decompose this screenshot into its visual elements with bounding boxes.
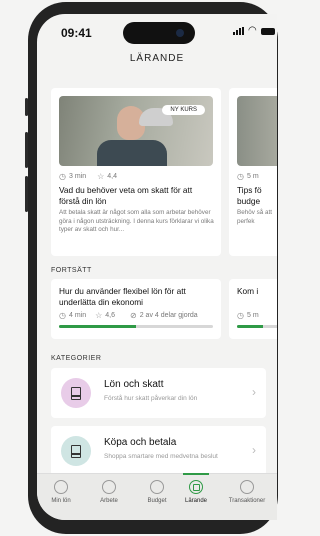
new-course-badge: NY KURS xyxy=(162,105,205,115)
transactions-icon xyxy=(240,480,254,494)
clock-icon: ◷ xyxy=(237,172,244,181)
course-meta-2: ◷ 5 m xyxy=(237,172,259,181)
status-time: 09:41 xyxy=(61,26,92,40)
camera-icon xyxy=(176,29,184,37)
course-rating: 4,4 xyxy=(107,173,118,180)
tab-label: Transaktioner xyxy=(228,498,266,504)
category-buy-and-pay[interactable]: Köpa och betala Shoppa smartare med medv… xyxy=(51,426,266,476)
tab-bar: Min lön Arbete Budget Lärande Transaktio… xyxy=(37,473,277,520)
clock-icon: ◷ xyxy=(59,311,66,320)
star-icon: ☆ xyxy=(95,311,103,320)
status-bar: 09:41 ◠ xyxy=(37,14,277,46)
course-meta: ◷ 3 min ☆ 4,4 xyxy=(59,172,117,181)
continue-course-card-2[interactable]: Kom i ◷ 5 m xyxy=(229,279,277,339)
course-duration: 3 min xyxy=(68,173,87,180)
continue-course-rating: 4,6 xyxy=(105,312,116,319)
check-circle-icon: ⊘ xyxy=(130,311,137,320)
tab-larande[interactable]: Lärande xyxy=(172,480,220,504)
page-title: LÄRANDE xyxy=(129,53,185,64)
progress-bar-2 xyxy=(237,325,277,328)
signal-icon xyxy=(233,27,244,35)
app-screen: 09:41 ◠ LÄRANDE NY KURS ◷ 3 min ☆ 4,4 Va… xyxy=(37,14,277,520)
continue-course-meta-2: ◷ 5 m xyxy=(237,311,259,320)
course-duration-2: 5 m xyxy=(246,173,259,180)
progress-fill xyxy=(59,325,136,328)
course-description-2: Behöv så att perfek xyxy=(237,209,273,225)
tab-label: Arbete xyxy=(100,498,118,504)
course-title-2: Tips fö budge xyxy=(237,185,262,206)
star-icon: ☆ xyxy=(97,172,105,181)
category-subtitle: Shoppa smartare med medvetna beslut xyxy=(104,453,218,460)
continue-course-meta: ◷ 4 min ☆ 4,6 ⊘ 2 av 4 delar gjorda xyxy=(59,311,198,320)
salary-icon xyxy=(54,480,68,494)
continue-course-progress-text: 2 av 4 delar gjorda xyxy=(139,312,198,319)
course-image-2 xyxy=(237,96,277,166)
categories-section-label: KATEGORIER xyxy=(51,355,102,362)
mute-switch xyxy=(25,98,28,116)
continue-course-duration: 4 min xyxy=(68,312,87,319)
continue-course-card[interactable]: Hur du använder flexibel lön för att und… xyxy=(51,279,221,339)
clock-icon: ◷ xyxy=(59,172,66,181)
course-image: NY KURS xyxy=(59,96,213,166)
continue-course-title-2: Kom i xyxy=(237,286,259,296)
featured-course-card-2[interactable]: ◷ 5 m Tips fö budge Behöv så att perfek xyxy=(229,88,277,256)
continue-section-label: FORTSÄTT xyxy=(51,267,92,274)
tab-min-lon[interactable]: Min lön xyxy=(37,480,85,504)
volume-up-button xyxy=(25,132,28,168)
category-subtitle: Förstå hur skatt påverkar din lön xyxy=(104,395,198,402)
status-icons: ◠ xyxy=(233,26,275,36)
progress-bar xyxy=(59,325,213,328)
volume-down-button xyxy=(25,176,28,212)
course-title: Vad du behöver veta om skatt för att för… xyxy=(59,185,193,206)
dynamic-island xyxy=(123,22,195,44)
chevron-right-icon: › xyxy=(252,443,256,457)
work-icon xyxy=(102,480,116,494)
learning-icon xyxy=(189,480,203,494)
progress-fill-2 xyxy=(237,325,263,328)
category-title: Köpa och betala xyxy=(104,437,177,448)
category-title: Lön och skatt xyxy=(104,379,164,390)
tab-transaktioner[interactable]: Transaktioner xyxy=(223,480,271,504)
wifi-icon: ◠ xyxy=(248,25,257,36)
clock-icon: ◷ xyxy=(237,311,244,320)
book-icon xyxy=(61,378,91,408)
battery-icon xyxy=(260,27,275,35)
featured-course-card[interactable]: NY KURS ◷ 3 min ☆ 4,4 Vad du behöver vet… xyxy=(51,88,221,256)
tab-label: Min lön xyxy=(51,498,71,504)
tab-label: Lärande xyxy=(184,498,208,504)
category-salary-and-tax[interactable]: Lön och skatt Förstå hur skatt påverkar … xyxy=(51,368,266,418)
budget-icon xyxy=(150,480,164,494)
book-icon xyxy=(61,436,91,466)
course-description: Att betala skatt är något som alla som a… xyxy=(59,209,214,233)
continue-course-title: Hur du använder flexibel lön för att und… xyxy=(59,286,186,307)
active-tab-indicator xyxy=(183,473,209,475)
chevron-right-icon: › xyxy=(252,385,256,399)
continue-course-duration-2: 5 m xyxy=(246,312,259,319)
tab-arbete[interactable]: Arbete xyxy=(85,480,133,504)
